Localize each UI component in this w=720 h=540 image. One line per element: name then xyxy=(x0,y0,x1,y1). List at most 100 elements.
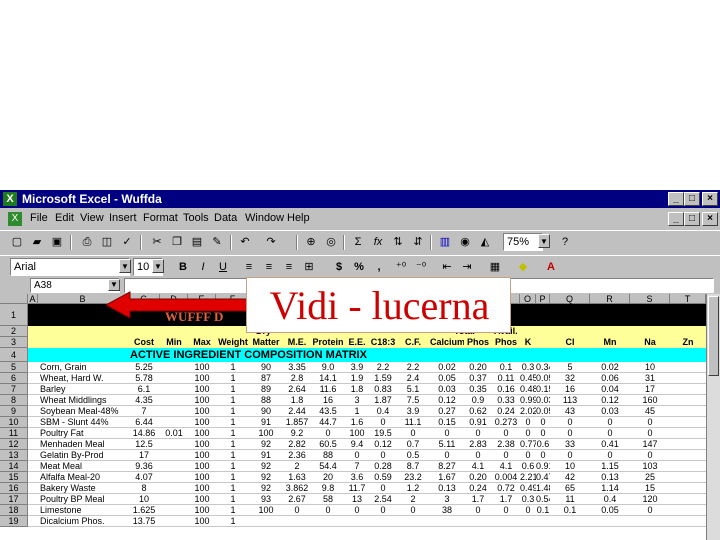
close-button[interactable]: × xyxy=(702,192,718,206)
format-painter-icon[interactable]: ✎ xyxy=(208,234,226,251)
menu-tools[interactable]: Tools xyxy=(183,212,209,224)
underline-button[interactable]: U xyxy=(214,259,232,276)
ingredient-name-cell[interactable]: Dicalcium Phos. xyxy=(38,515,128,527)
print-preview-icon[interactable]: ◫ xyxy=(98,234,116,251)
row-header[interactable]: 17 xyxy=(0,494,28,505)
menu-file[interactable]: File xyxy=(30,212,48,224)
paste-icon[interactable]: ▤ xyxy=(188,234,206,251)
menu-view[interactable]: View xyxy=(80,212,104,224)
function-icon[interactable]: fx xyxy=(369,234,387,251)
column-header-p[interactable]: P xyxy=(536,294,550,304)
cut-icon[interactable]: ✂ xyxy=(148,234,166,251)
row-header[interactable]: 10 xyxy=(0,417,28,428)
table-cell[interactable]: 0.01 xyxy=(160,427,188,439)
menu-help[interactable]: Help xyxy=(287,212,310,224)
table-cell[interactable]: 13.75 xyxy=(128,515,160,527)
minimize-button[interactable]: _ xyxy=(668,192,684,206)
select-all-corner[interactable] xyxy=(0,294,28,304)
zoom-field[interactable]: 75% xyxy=(503,233,543,251)
row-header[interactable]: 19 xyxy=(0,516,28,527)
row-header[interactable]: 14 xyxy=(0,461,28,472)
table-cell[interactable]: 0 xyxy=(396,504,430,516)
drawing-icon[interactable]: ◭ xyxy=(476,234,494,251)
row-header[interactable]: 11 xyxy=(0,428,28,439)
row-header[interactable]: 6 xyxy=(0,373,28,384)
table-cell[interactable]: 0.05 xyxy=(590,504,630,516)
italic-button[interactable]: I xyxy=(194,259,212,276)
column-header-t[interactable]: T xyxy=(670,294,706,304)
decrease-indent-icon[interactable]: ⇤ xyxy=(438,259,456,276)
table-cell[interactable]: 0.1 xyxy=(536,504,550,516)
save-icon[interactable]: ▣ xyxy=(48,234,66,251)
table-cell[interactable]: 0 xyxy=(282,504,312,516)
maximize-button[interactable]: □ xyxy=(684,192,700,206)
menu-format[interactable]: Format xyxy=(143,212,178,224)
column-header-q[interactable]: Q xyxy=(550,294,590,304)
column-header-a[interactable]: A xyxy=(28,294,38,304)
percent-button[interactable]: % xyxy=(350,259,368,276)
map-icon[interactable]: ◉ xyxy=(456,234,474,251)
copy-icon[interactable]: ❐ xyxy=(168,234,186,251)
increase-decimal-icon[interactable]: ⁺⁰ xyxy=(392,259,410,276)
row-header[interactable]: 18 xyxy=(0,505,28,516)
undo-icon[interactable]: ↶ xyxy=(236,234,254,251)
redo-icon[interactable]: ↷ xyxy=(262,234,280,251)
menu-insert[interactable]: Insert xyxy=(109,212,137,224)
column-header-r[interactable]: R xyxy=(590,294,630,304)
spelling-icon[interactable]: ✓ xyxy=(118,234,136,251)
font-name-dropdown-icon[interactable]: ▼ xyxy=(119,259,131,273)
chart-wizard-icon[interactable]: ▥ xyxy=(436,234,454,251)
table-cell[interactable]: 1 xyxy=(216,515,250,527)
print-icon[interactable]: ⎙ xyxy=(78,234,96,251)
autosum-icon[interactable]: Σ xyxy=(349,234,367,251)
align-center-icon[interactable]: ≡ xyxy=(260,259,278,276)
bold-button[interactable]: B xyxy=(174,259,192,276)
scroll-thumb[interactable] xyxy=(708,296,719,376)
row-header-3[interactable]: 3 xyxy=(0,337,28,348)
doc-close-button[interactable]: × xyxy=(702,212,718,226)
menu-data[interactable]: Data xyxy=(214,212,237,224)
row-header[interactable]: 7 xyxy=(0,384,28,395)
workbook-icon[interactable]: X xyxy=(8,212,22,226)
decrease-decimal-icon[interactable]: ⁻⁰ xyxy=(412,259,430,276)
table-cell[interactable]: 0 xyxy=(370,504,396,516)
table-cell[interactable]: 0 xyxy=(464,504,492,516)
table-cell[interactable]: 0 xyxy=(492,504,520,516)
table-cell[interactable]: 0 xyxy=(520,504,536,516)
font-name-field[interactable]: Arial xyxy=(10,258,130,276)
table-cell[interactable]: 38 xyxy=(430,504,464,516)
table-cell[interactable]: 100 xyxy=(188,515,216,527)
row-header[interactable]: 5 xyxy=(0,362,28,373)
borders-icon[interactable]: ▦ xyxy=(486,259,504,276)
title-bar[interactable]: X Microsoft Excel - Wuffda _ □ × xyxy=(0,190,720,208)
sort-descending-icon[interactable]: ⇵ xyxy=(409,234,427,251)
row-header-2[interactable]: 2 xyxy=(0,326,28,337)
menu-window[interactable]: Window xyxy=(245,212,284,224)
menu-edit[interactable]: Edit xyxy=(55,212,74,224)
table-cell[interactable]: 0 xyxy=(630,504,670,516)
doc-minimize-button[interactable]: _ xyxy=(668,212,684,226)
table-cell[interactable]: 0.1 xyxy=(550,504,590,516)
currency-button[interactable]: $ xyxy=(330,259,348,276)
row-header[interactable]: 8 xyxy=(0,395,28,406)
row-header[interactable]: 12 xyxy=(0,439,28,450)
table-cell[interactable]: 0 xyxy=(344,504,370,516)
hyperlink-icon[interactable]: ⊕ xyxy=(302,234,320,251)
web-toolbar-icon[interactable]: ◎ xyxy=(322,234,340,251)
merge-center-icon[interactable]: ⊞ xyxy=(300,259,318,276)
column-header-o[interactable]: O xyxy=(520,294,536,304)
row-header[interactable]: 15 xyxy=(0,472,28,483)
align-right-icon[interactable]: ≡ xyxy=(280,259,298,276)
font-size-dropdown-icon[interactable]: ▼ xyxy=(152,259,164,273)
column-header-s[interactable]: S xyxy=(630,294,670,304)
font-color-icon[interactable]: A xyxy=(542,259,560,276)
zoom-dropdown-icon[interactable]: ▼ xyxy=(538,234,550,248)
comma-button[interactable]: , xyxy=(370,259,388,276)
row-header-4[interactable]: 4 xyxy=(0,348,28,362)
office-assistant-icon[interactable]: ? xyxy=(556,234,574,251)
row-header-1[interactable]: 1 xyxy=(0,304,28,326)
new-file-icon[interactable]: ▢ xyxy=(8,234,26,251)
row-header[interactable]: 9 xyxy=(0,406,28,417)
open-folder-icon[interactable]: ▰ xyxy=(28,234,46,251)
row-header[interactable]: 13 xyxy=(0,450,28,461)
